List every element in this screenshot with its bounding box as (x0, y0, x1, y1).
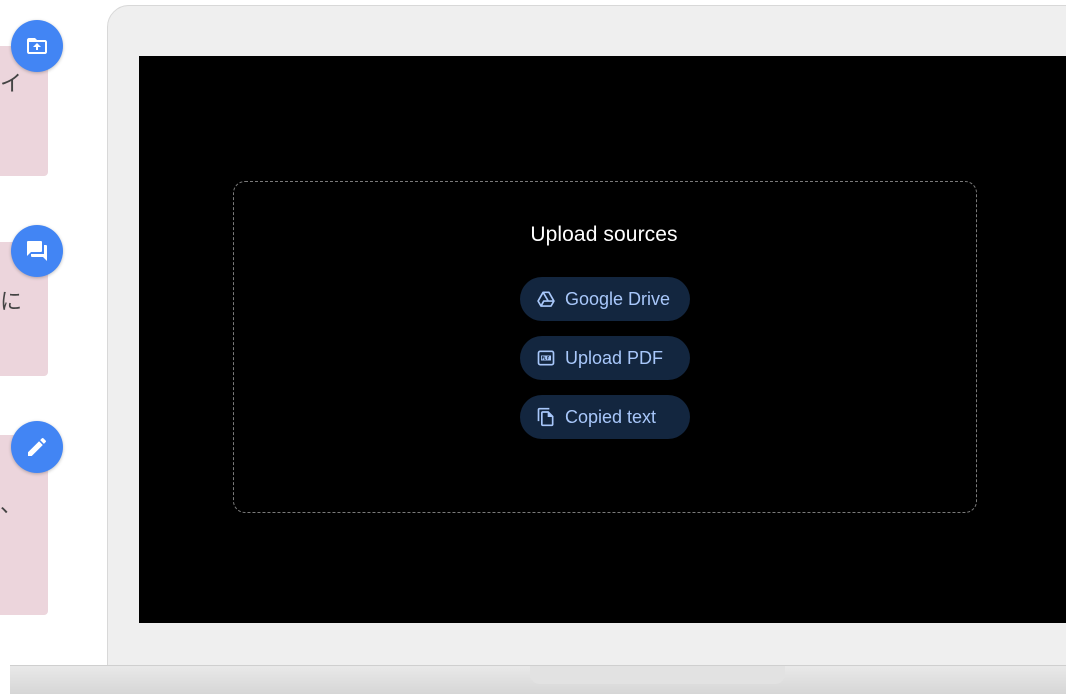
pdf-icon (536, 348, 556, 368)
side-card-snippet: 、 (0, 493, 23, 518)
upload-title: Upload sources (530, 223, 678, 246)
upload-folder-button[interactable] (11, 20, 63, 72)
laptop-base (10, 665, 1066, 694)
copied-text-label: Copied text (565, 406, 657, 427)
copied-text-button[interactable]: Copied text (520, 395, 690, 439)
stage: イ に 、 Upload sources Google Drive Upload… (0, 0, 1066, 694)
laptop-notch (530, 666, 785, 684)
google-drive-icon (536, 289, 556, 309)
google-drive-label: Google Drive (565, 288, 671, 309)
side-card-snippet: イ (0, 72, 23, 97)
google-drive-button[interactable]: Google Drive (520, 277, 690, 321)
upload-pdf-button[interactable]: Upload PDF (520, 336, 690, 380)
side-card-snippet: に (0, 290, 23, 315)
edit-button[interactable] (11, 421, 63, 473)
copy-icon (536, 407, 556, 427)
upload-pdf-label: Upload PDF (565, 347, 664, 368)
upload-folder-icon (25, 34, 49, 58)
pencil-icon (25, 435, 49, 459)
